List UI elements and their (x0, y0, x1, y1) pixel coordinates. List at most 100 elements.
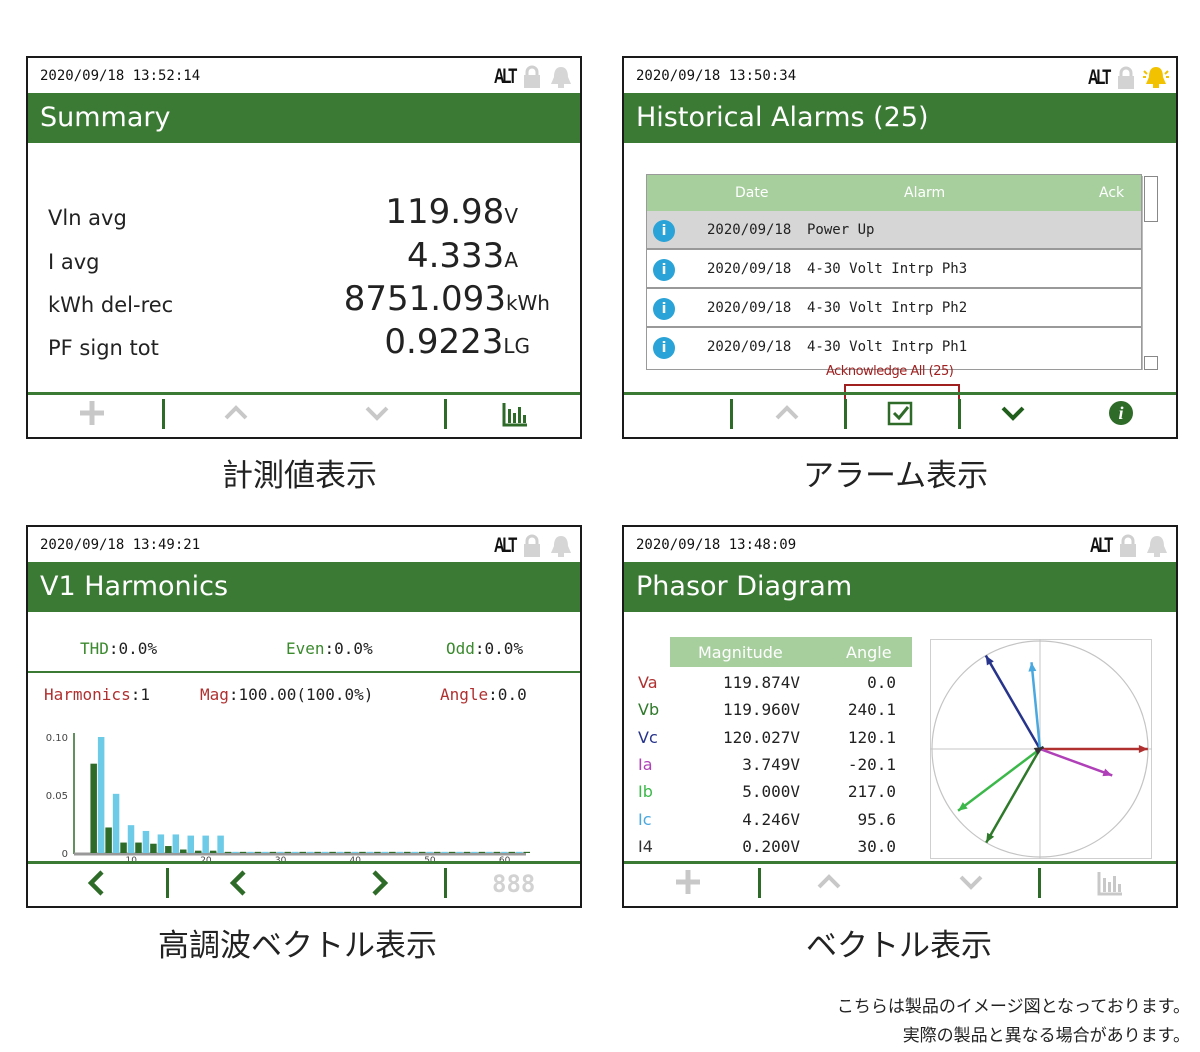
page-title: Phasor Diagram (636, 571, 853, 602)
harmonic-bar (232, 851, 239, 853)
harmonic-bar (471, 851, 478, 853)
harmonic-bar (269, 851, 277, 853)
title-bar: Summary (28, 93, 580, 143)
phasor-magnitude: 0.200V (742, 836, 800, 856)
left-button[interactable] (226, 868, 252, 902)
info-button[interactable]: i (1107, 399, 1135, 431)
status-bar: 2020/09/18 13:50:34 ALT (624, 58, 1176, 92)
toolbar (624, 861, 1176, 906)
phasor-row: Ia 3.749V -20.1 (634, 753, 914, 780)
caption-harmonics: 高調波ベクトル表示 (158, 928, 437, 964)
row-value: 8751.093kWh (343, 279, 550, 319)
harmonic-bar (105, 827, 112, 853)
alarms-panel: 2020/09/18 13:50:34 ALT Historical Alarm… (622, 56, 1178, 439)
info-icon: i (653, 337, 675, 359)
plus-button[interactable] (78, 399, 106, 431)
harmonic-bar (448, 851, 456, 853)
lock-icon (522, 534, 542, 558)
harmonic-bar (224, 851, 232, 853)
caption-summary: 計測値表示 (222, 458, 377, 494)
bar-chart-button[interactable] (501, 399, 529, 431)
table-row[interactable]: i 2020/09/18 Power Up (647, 211, 1141, 250)
alarm-date: 2020/09/18 (707, 222, 792, 238)
harmonic-bar (396, 851, 404, 853)
alarm-name: 4-30 Volt Intrp Ph2 (807, 300, 968, 316)
title-bar: Historical Alarms (25) (624, 93, 1176, 143)
y-tick-label: 0 (62, 849, 68, 860)
harmonic-bar (306, 851, 314, 853)
bar-chart-button[interactable] (1096, 868, 1124, 900)
harmonic-bar (150, 843, 157, 853)
harmonic-bar (247, 851, 254, 853)
up-button[interactable] (774, 399, 800, 431)
harmonic-bar (194, 850, 202, 853)
title-bar: Phasor Diagram (624, 562, 1176, 612)
alarm-name: 4-30 Volt Intrp Ph1 (807, 339, 968, 355)
up-button[interactable] (223, 399, 249, 431)
phasor-name: Vb (638, 700, 660, 720)
scroll-thumb[interactable] (1144, 176, 1158, 222)
summary-row: I avg 4.333A (48, 236, 550, 276)
summary-row: kWh del-rec 8751.093kWh (48, 279, 550, 319)
harmonic-bar (157, 834, 165, 853)
right-button[interactable] (366, 868, 392, 902)
harmonic-bar (112, 793, 120, 853)
phasor-row: Va 119.874V 0.0 (634, 671, 914, 698)
header-magnitude: Magnitude (698, 643, 783, 662)
harmonics-chart: 0.100.05010 20 30 40 50 60 (46, 733, 530, 866)
harmonics-readout: Harmonics:1 (44, 685, 150, 704)
harmonic-bar (209, 850, 217, 853)
separator (444, 399, 447, 429)
harmonic-bar (165, 846, 172, 853)
summary-row: PF sign tot 0.9223LG (48, 322, 550, 362)
phasor-angle: 95.6 (857, 809, 896, 829)
phasor-magnitude: 3.749V (742, 754, 800, 774)
row-label: Vln avg (48, 206, 127, 230)
acknowledge-all-button[interactable] (886, 399, 914, 431)
counter-button[interactable]: 888 (492, 870, 535, 898)
bell-icon (548, 534, 574, 558)
header-ack: Ack (1099, 185, 1125, 201)
harmonic-bar (441, 851, 448, 853)
phasor-magnitude: 120.027V (722, 727, 800, 747)
down-button[interactable] (958, 868, 984, 900)
phasor-magnitude: 119.874V (722, 673, 800, 692)
harmonic-bar (404, 851, 411, 853)
plus-button[interactable] (674, 868, 702, 900)
phasor-angle: 217.0 (847, 782, 896, 802)
down-button[interactable] (364, 399, 390, 431)
up-button[interactable] (816, 868, 842, 900)
harmonic-bar (478, 851, 486, 853)
harmonic-bar (359, 851, 366, 853)
scrollbar[interactable] (1142, 176, 1159, 370)
page-title: Historical Alarms (25) (636, 102, 929, 133)
alarm-date: 2020/09/18 (707, 261, 792, 277)
harmonic-bar (508, 851, 516, 853)
caption-alarms: アラーム表示 (803, 458, 989, 494)
phasor-angle: 0.0 (867, 673, 896, 692)
scroll-end (1144, 356, 1158, 370)
bell-icon[interactable] (1142, 65, 1170, 91)
table-row[interactable]: i 2020/09/18 4-30 Volt Intrp Ph2 (647, 289, 1141, 328)
phasor-angle: 120.1 (847, 727, 896, 747)
even-readout: Even:0.0% (286, 639, 373, 658)
harmonic-bar (351, 851, 359, 853)
harmonic-bar (127, 825, 135, 853)
phasor-row: I4 0.200V 30.0 (634, 835, 914, 862)
harmonic-bar (120, 842, 127, 853)
phasor-panel: 2020/09/18 13:48:09 ALT Phasor Diagram M… (622, 525, 1178, 908)
prev-button[interactable] (84, 868, 110, 902)
harmonic-bar (411, 851, 418, 853)
separator (1038, 868, 1041, 898)
table-row[interactable]: i 2020/09/18 4-30 Volt Intrp Ph3 (647, 250, 1141, 289)
y-tick-label: 0.05 (46, 791, 68, 802)
table-row[interactable]: i 2020/09/18 4-30 Volt Intrp Ph1 (647, 328, 1141, 367)
row-value: 4.333A (406, 236, 518, 276)
down-button[interactable] (1000, 399, 1026, 431)
toolbar: i (624, 392, 1176, 437)
status-bar: 2020/09/18 13:49:21 ALT (28, 527, 580, 561)
harmonic-bar (187, 835, 194, 853)
harmonic-bar (172, 834, 180, 853)
harmonic-bar (374, 851, 381, 853)
footer-note: こちらは製品のイメージ図となっております。 (836, 997, 1190, 1017)
